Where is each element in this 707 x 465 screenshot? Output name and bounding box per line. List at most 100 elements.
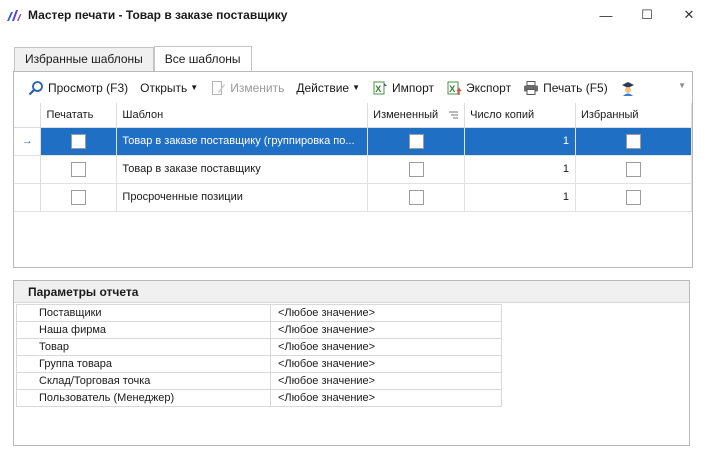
export-button[interactable]: X Экспорт	[440, 76, 517, 100]
templates-table: Печатать Шаблон Измененный Число копий И…	[14, 103, 692, 212]
tab-all-templates[interactable]: Все шаблоны	[153, 46, 252, 71]
tab-favorite-templates[interactable]: Избранные шаблоны	[14, 47, 154, 71]
print-cell	[40, 155, 118, 184]
maximize-button[interactable]: ☐	[632, 4, 662, 26]
toolbar-overflow-icon[interactable]: ▼	[678, 81, 686, 90]
preview-label: Просмотр (F3)	[48, 80, 129, 95]
graduation-cap-user-icon	[621, 81, 634, 96]
print-checkbox[interactable]	[71, 133, 87, 149]
export-excel-icon: X	[447, 81, 462, 95]
template-cell[interactable]: Просроченные позиции	[116, 183, 369, 212]
maximize-icon: ☐	[641, 7, 653, 22]
parameter-value[interactable]: <Любое значение>	[270, 355, 502, 373]
parameter-row[interactable]: Группа товара <Любое значение>	[16, 355, 502, 373]
changed-cell	[367, 155, 466, 184]
row-indicator-header	[14, 103, 42, 128]
tab-label: Все шаблоны	[164, 52, 241, 66]
parameter-value[interactable]: <Любое значение>	[270, 338, 502, 356]
row-indicator-cell	[14, 183, 42, 212]
print-cell	[40, 127, 118, 156]
close-button[interactable]: ✕	[674, 4, 704, 26]
column-header-changed[interactable]: Измененный	[367, 103, 466, 128]
search-icon	[28, 80, 43, 95]
print-checkbox[interactable]	[71, 161, 87, 177]
copies-cell[interactable]: 1	[464, 127, 577, 156]
parameter-row[interactable]: Пользователь (Менеджер) <Любое значение>	[16, 389, 502, 407]
row-indicator-cell	[14, 155, 42, 184]
favorite-cell	[575, 155, 692, 184]
close-icon: ✕	[683, 7, 695, 22]
svg-text:X: X	[375, 84, 381, 94]
parameter-row[interactable]: Наша фирма <Любое значение>	[16, 321, 502, 339]
parameter-value[interactable]: <Любое значение>	[270, 389, 502, 407]
changed-cell	[367, 127, 466, 156]
favorite-checkbox[interactable]	[626, 161, 641, 177]
sort-icon	[449, 111, 459, 119]
parameter-name: Склад/Торговая точка	[16, 372, 271, 390]
parameter-value[interactable]: <Любое значение>	[270, 372, 502, 390]
changed-checkbox[interactable]	[408, 189, 424, 205]
printer-icon	[524, 80, 539, 95]
action-label: Действие	[296, 80, 350, 95]
report-parameters-title: Параметры отчета	[14, 281, 689, 303]
parameter-value[interactable]: <Любое значение>	[270, 304, 502, 322]
favorite-cell	[575, 183, 692, 212]
edit-document-icon	[212, 80, 226, 95]
table-row[interactable]: Товар в заказе поставщику 1	[14, 155, 692, 184]
edit-button[interactable]: Изменить	[204, 76, 290, 100]
open-label: Открыть	[140, 80, 188, 95]
minimize-button[interactable]: —	[591, 4, 621, 26]
export-label: Экспорт	[465, 80, 512, 95]
templates-panel: Просмотр (F3) Открыть ▼ Изменить Действи…	[13, 71, 693, 268]
open-dropdown-button[interactable]: Открыть ▼	[134, 76, 204, 100]
preview-button[interactable]: Просмотр (F3)	[22, 76, 134, 100]
wizard-button[interactable]	[614, 76, 646, 100]
changed-checkbox[interactable]	[408, 133, 424, 149]
copies-cell[interactable]: 1	[464, 155, 577, 184]
changed-cell	[367, 183, 466, 212]
changed-checkbox[interactable]	[408, 161, 424, 177]
app-logo-icon	[7, 10, 22, 21]
column-header-copies[interactable]: Число копий	[464, 103, 577, 128]
parameter-name: Поставщики	[16, 304, 271, 322]
toolbar: Просмотр (F3) Открыть ▼ Изменить Действи…	[14, 72, 692, 103]
table-row[interactable]: → Товар в заказе поставщику (группировка…	[14, 127, 692, 156]
template-tabs: Избранные шаблоны Все шаблоны	[14, 46, 252, 71]
parameter-row[interactable]: Склад/Торговая точка <Любое значение>	[16, 372, 502, 390]
print-checkbox[interactable]	[71, 189, 87, 205]
parameter-row[interactable]: Товар <Любое значение>	[16, 338, 502, 356]
parameter-row[interactable]: Поставщики <Любое значение>	[16, 304, 502, 322]
column-header-label: Измененный	[373, 108, 439, 121]
table-row[interactable]: Просроченные позиции 1	[14, 183, 692, 212]
parameter-name: Группа товара	[16, 355, 271, 373]
edit-label: Изменить	[230, 80, 285, 95]
caret-down-icon: ▼	[190, 83, 199, 92]
report-parameters-panel: Параметры отчета Поставщики <Любое значе…	[13, 280, 690, 446]
print-cell	[40, 183, 118, 212]
row-indicator-icon: →	[14, 127, 42, 156]
parameter-name: Товар	[16, 338, 271, 356]
parameter-name: Пользователь (Менеджер)	[16, 389, 271, 407]
column-header-print[interactable]: Печатать	[40, 103, 118, 128]
import-excel-icon: X	[373, 81, 388, 94]
svg-text:X: X	[449, 84, 455, 94]
import-label: Импорт	[392, 80, 434, 95]
favorite-checkbox[interactable]	[626, 133, 641, 149]
favorite-checkbox[interactable]	[626, 189, 641, 205]
parameters-table: Поставщики <Любое значение> Наша фирма <…	[16, 304, 502, 407]
column-header-template[interactable]: Шаблон	[116, 103, 369, 128]
title-bar: Мастер печати - Товар в заказе поставщик…	[0, 0, 707, 30]
action-dropdown-button[interactable]: Действие ▼	[290, 76, 366, 100]
favorite-cell	[575, 127, 692, 156]
parameter-value[interactable]: <Любое значение>	[270, 321, 502, 339]
parameter-name: Наша фирма	[16, 321, 271, 339]
template-cell[interactable]: Товар в заказе поставщику (группировка п…	[116, 127, 369, 156]
tab-label: Избранные шаблоны	[25, 52, 143, 66]
print-button[interactable]: Печать (F5)	[517, 76, 614, 100]
import-button[interactable]: X Импорт	[366, 76, 440, 100]
copies-cell[interactable]: 1	[464, 183, 577, 212]
minimize-icon: —	[599, 7, 613, 23]
window-title: Мастер печати - Товар в заказе поставщик…	[28, 8, 288, 22]
template-cell[interactable]: Товар в заказе поставщику	[116, 155, 369, 184]
column-header-favorite[interactable]: Избранный	[575, 103, 692, 128]
